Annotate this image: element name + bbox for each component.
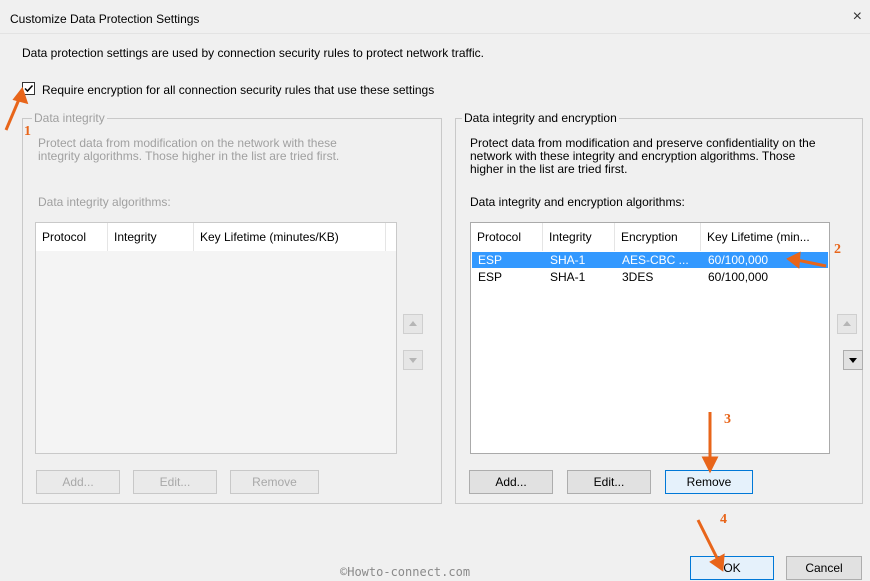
arrowhead-1 xyxy=(12,86,29,105)
annotation-number-3: 3 xyxy=(724,412,731,427)
annotation-number-1: 1 xyxy=(24,124,31,139)
annotation-arrow-4 xyxy=(696,519,720,561)
arrowhead-3 xyxy=(701,456,719,474)
arrowhead-4 xyxy=(709,553,725,572)
annotation-arrow-2 xyxy=(796,258,827,268)
annotation-number-2: 2 xyxy=(834,242,841,257)
annotation-overlay xyxy=(4,86,827,572)
annotation-number-4: 4 xyxy=(720,512,727,527)
annotation-arrow-1 xyxy=(4,96,22,131)
arrowhead-2 xyxy=(786,251,801,269)
